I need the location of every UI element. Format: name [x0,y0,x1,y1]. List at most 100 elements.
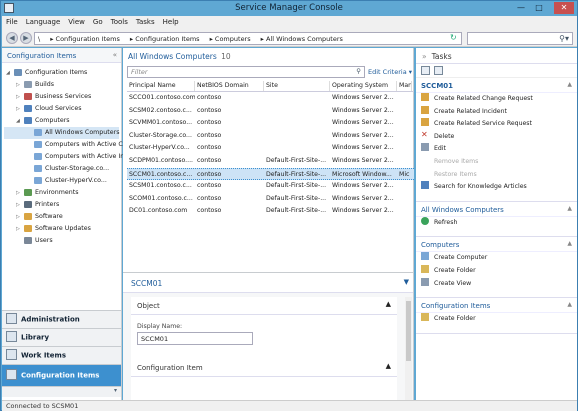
breadcrumb-config-items[interactable]: Configuration Items [56,35,120,43]
task-item[interactable]: Refresh [416,216,577,230]
close-icon[interactable]: ✕ [554,2,574,14]
table-cell: SCSM01.contoso.c... [129,182,192,190]
forward-icon[interactable]: ▶ [20,32,32,44]
column-header[interactable]: Principal Name [127,81,195,91]
filter-input[interactable]: Filter ⚲ [127,66,365,78]
table-row[interactable]: Cluster-Storage.co... contoso Windows Serv… [127,130,414,143]
collapse-section-icon[interactable]: ▲ [567,301,572,308]
table-row[interactable]: SCSM01.contoso.c... contoso Default-First-… [127,180,414,193]
refresh-icon[interactable]: ↻ [450,33,457,42]
tree-item[interactable]: Computers with Active Inc [4,151,128,163]
expand-icon[interactable]: ▷ [16,211,24,223]
task-item[interactable]: Create Related Change Request [416,93,577,106]
minimize-icon[interactable]: — [513,2,529,14]
task-item[interactable]: Search for Knowledge Articles [416,181,577,194]
task-section-header[interactable]: Configuration Items ▲ [416,300,577,314]
menu-go[interactable]: Go [89,16,107,26]
menu-file[interactable]: File [2,16,22,26]
task-section-header[interactable]: All Windows Computers ▲ [416,204,577,217]
object-section[interactable]: Object ▲ [131,297,397,315]
task-item[interactable]: Create View [416,277,577,291]
table-row[interactable]: SCVMM01.contoso... contoso Windows Server … [127,117,414,130]
task-item[interactable]: Create Folder [416,313,577,326]
menu-tools[interactable]: Tools [107,16,132,26]
tree-item[interactable]: ◢ Computers [4,115,119,127]
filter-search-icon[interactable]: ⚲ [356,67,361,75]
table-row[interactable]: SCDPM01.contoso.... contoso Default-First-… [127,155,414,168]
tree-item[interactable]: ▷ Environments [4,187,119,199]
task-item[interactable]: Create Related Service Request [416,118,577,131]
task-item[interactable]: Create Computer [416,252,577,265]
task-item[interactable]: ✕ Delete [416,130,577,144]
tree-item[interactable]: ▷ Software Updates [4,223,119,235]
display-name-field[interactable]: SCCM01 [137,332,253,345]
expanded-icon[interactable]: ◢ [6,67,14,79]
table-row[interactable]: SCCM01.contoso.c... contoso Default-First-… [127,167,414,181]
expanded-icon[interactable]: ◢ [16,115,24,127]
workspace-button[interactable]: Library [2,328,121,346]
column-header[interactable]: Manu [397,81,412,91]
column-header[interactable]: Site [264,81,330,91]
tree-item[interactable]: Users [4,235,119,247]
expand-icon[interactable]: ▷ [16,187,24,199]
properties-icon[interactable] [434,66,443,75]
task-item[interactable]: Create Folder [416,264,577,278]
collapse-tasks-icon[interactable]: » [422,52,427,61]
menu-language[interactable]: Language [22,16,65,26]
collapse-details-icon[interactable]: ▼ [404,278,409,286]
table-row[interactable]: SCOM01.contoso.c... contoso Default-First-… [127,193,414,206]
menu-help[interactable]: Help [159,16,183,26]
collapse-section-icon[interactable]: ▲ [567,205,572,212]
table-row[interactable]: SCSM02.contoso.c... contoso Windows Server… [127,105,414,118]
menu-tasks[interactable]: Tasks [132,16,159,26]
back-icon[interactable]: ◀ [6,32,18,44]
expand-icon[interactable]: ▷ [16,199,24,211]
show-details-icon[interactable] [421,66,430,75]
breadcrumb-all-windows-computers[interactable]: All Windows Computers [266,35,343,43]
breadcrumb-computers[interactable]: Computers [215,35,251,43]
edit-criteria-link[interactable]: Edit Criteria ▾ [368,68,412,76]
search-icon[interactable]: ⚲▾ [559,34,569,43]
details-scroll-thumb[interactable] [406,301,411,361]
tree-item[interactable]: ▷ Builds [4,79,119,91]
column-header[interactable]: Operating System [330,81,397,91]
collapse-configuration-item-icon[interactable]: ▲ [386,362,391,370]
table-row[interactable]: DC01.contoso.com contoso Default-First-Sit… [127,205,414,218]
workspace-button[interactable]: Work Items [2,346,121,364]
breadcrumb[interactable]: \ ▸ Configuration Items ▸ Configuration It… [34,32,462,45]
collapse-pane-icon[interactable]: « [113,51,117,59]
table-row[interactable]: Cluster-HyperV.co... contoso Windows Serve… [127,142,414,155]
table-row[interactable]: SCCO01.contoso.comcontoso Windows Server … [127,92,414,105]
search-input[interactable]: ⚲▾ [467,32,573,45]
collapse-section-icon[interactable]: ▲ [567,240,572,247]
column-header[interactable]: NetBIOS Domain [195,81,264,91]
tree-item[interactable]: ▷ Cloud Services [4,103,119,115]
configuration-item-section[interactable]: Configuration Item ▲ [131,359,397,377]
menu-view[interactable]: View [64,16,89,26]
tree-item[interactable]: ▷ Printers [4,199,119,211]
task-item[interactable]: Edit [416,143,577,156]
tree-item[interactable]: Cluster-Storage.co... [4,163,119,175]
workspace-button[interactable]: Configuration Items [2,364,121,386]
task-section-header[interactable]: SCCM01 ▲ [416,80,577,93]
task-item[interactable]: Create Related Incident [416,105,577,119]
expand-icon[interactable]: ▷ [16,223,24,235]
maximize-icon[interactable]: □ [531,2,547,14]
breadcrumb-root[interactable]: \ [38,35,40,43]
tree-item[interactable]: ▷ Software [4,211,119,223]
expand-icon[interactable]: ▷ [16,103,24,115]
expand-icon[interactable]: ▷ [16,91,24,103]
configure-buttons-icon[interactable]: ▾ [2,386,121,397]
breadcrumb-config-items-2[interactable]: Configuration Items [135,35,199,43]
tree-item[interactable]: Computers with Active Ch [4,139,127,151]
collapse-object-icon[interactable]: ▲ [386,300,391,308]
tree-item[interactable]: Cluster-HyperV.co... [4,175,119,187]
collapse-section-icon[interactable]: ▲ [567,81,572,88]
tree-item[interactable]: All Windows Computers [4,127,120,139]
tree-item[interactable]: ▷ Business Services [4,91,119,103]
expand-icon[interactable]: ▷ [16,79,24,91]
workspace-button[interactable]: Administration [2,310,121,328]
tree-item[interactable]: ◢ Configuration Items [4,67,119,79]
task-section-header[interactable]: Computers ▲ [416,239,577,253]
details-scrollbar[interactable] [405,297,412,401]
